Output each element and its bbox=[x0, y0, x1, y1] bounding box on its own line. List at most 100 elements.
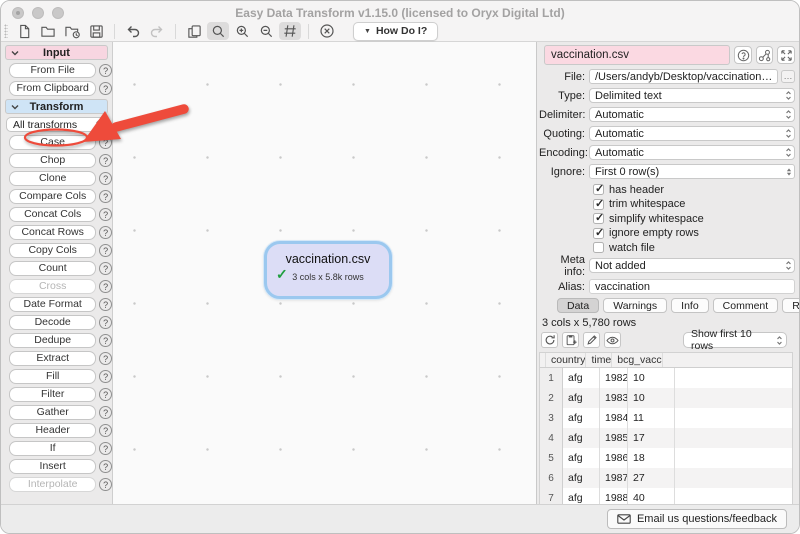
open-recent-icon[interactable] bbox=[61, 22, 83, 40]
new-file-icon[interactable] bbox=[13, 22, 35, 40]
help-icon[interactable]: ? bbox=[99, 208, 112, 221]
save-icon[interactable] bbox=[85, 22, 107, 40]
open-file-icon[interactable] bbox=[37, 22, 59, 40]
help-icon[interactable]: ? bbox=[99, 334, 112, 347]
data-table[interactable]: countrytimebcg_vacc 1 afg 1982 10 2 afg … bbox=[539, 352, 793, 504]
link-nodes-icon[interactable] bbox=[756, 46, 774, 64]
edit-icon[interactable] bbox=[583, 332, 600, 348]
help-icon[interactable]: ? bbox=[99, 82, 112, 95]
transform-button[interactable]: Extract bbox=[9, 351, 96, 366]
transform-button[interactable]: Compare Cols bbox=[9, 189, 96, 204]
transform-section-header[interactable]: Transform bbox=[5, 99, 108, 114]
copy-to-clipboard-icon[interactable] bbox=[562, 332, 579, 348]
delimiter-select[interactable]: Automatic bbox=[589, 107, 795, 122]
table-row[interactable]: 7 afg 1988 40 bbox=[540, 488, 792, 504]
transform-button[interactable]: Chop bbox=[9, 153, 96, 168]
option-checkbox-row[interactable]: ✓ trim whitespace bbox=[593, 198, 795, 211]
help-icon[interactable]: ? bbox=[99, 64, 112, 77]
zoom-in-icon[interactable] bbox=[231, 22, 253, 40]
transform-button[interactable]: Concat Cols bbox=[9, 207, 96, 222]
minimize-window-button[interactable] bbox=[32, 7, 44, 19]
close-window-button[interactable] bbox=[12, 7, 24, 19]
table-row[interactable]: 3 afg 1984 11 bbox=[540, 408, 792, 428]
help-icon[interactable]: ? bbox=[99, 424, 112, 437]
transform-button[interactable]: Filter bbox=[9, 387, 96, 402]
how-do-i-button[interactable]: ▼ How Do I? bbox=[353, 22, 438, 41]
column-header[interactable]: time bbox=[586, 353, 612, 367]
checkbox[interactable]: ✓ bbox=[593, 228, 604, 239]
checkbox[interactable]: ✓ bbox=[593, 199, 604, 210]
alias-input[interactable]: vaccination bbox=[589, 279, 795, 294]
transform-filter-select[interactable]: All transforms bbox=[6, 117, 106, 132]
transform-button[interactable]: Cross bbox=[9, 279, 96, 294]
flow-canvas[interactable]: ✓ vaccination.csv 3 cols x 5.8k rows bbox=[113, 42, 536, 504]
toggle-grid-icon[interactable] bbox=[279, 22, 301, 40]
transform-button[interactable]: Clone bbox=[9, 171, 96, 186]
transform-button[interactable]: Insert bbox=[9, 459, 96, 474]
inspector-tab[interactable]: Info bbox=[671, 298, 709, 313]
transform-button[interactable]: Decode bbox=[9, 315, 96, 330]
inspector-title-field[interactable]: vaccination.csv bbox=[544, 45, 730, 65]
duplicate-icon[interactable] bbox=[183, 22, 205, 40]
help-icon[interactable]: ? bbox=[99, 280, 112, 293]
ignore-rows-stepper[interactable]: First 0 row(s) bbox=[589, 164, 795, 179]
browse-file-button[interactable]: … bbox=[781, 70, 795, 83]
table-row[interactable]: 2 afg 1983 10 bbox=[540, 388, 792, 408]
transform-button[interactable]: Count bbox=[9, 261, 96, 276]
preview-eye-icon[interactable] bbox=[604, 332, 621, 348]
help-icon[interactable]: ? bbox=[99, 244, 112, 257]
help-icon[interactable]: ? bbox=[99, 154, 112, 167]
refresh-icon[interactable] bbox=[541, 332, 558, 348]
undo-icon[interactable] bbox=[122, 22, 144, 40]
column-header[interactable]: country bbox=[546, 353, 586, 367]
option-checkbox-row[interactable]: ✓ has header bbox=[593, 183, 795, 196]
option-checkbox-row[interactable]: ✓ watch file bbox=[593, 241, 795, 254]
help-icon[interactable] bbox=[734, 46, 752, 64]
option-checkbox-row[interactable]: ✓ ignore empty rows bbox=[593, 227, 795, 240]
inspector-tab[interactable]: Results bbox=[782, 298, 799, 313]
toolbar-drag-handle[interactable] bbox=[4, 24, 8, 38]
transform-button[interactable]: Concat Rows bbox=[9, 225, 96, 240]
transform-button[interactable]: Copy Cols bbox=[9, 243, 96, 258]
cancel-icon[interactable] bbox=[316, 22, 338, 40]
help-icon[interactable]: ? bbox=[99, 460, 112, 473]
encoding-select[interactable]: Automatic bbox=[589, 145, 795, 160]
help-icon[interactable]: ? bbox=[99, 406, 112, 419]
column-header[interactable]: bcg_vacc bbox=[612, 353, 662, 367]
expand-panel-icon[interactable] bbox=[777, 46, 795, 64]
transform-button[interactable]: If bbox=[9, 441, 96, 456]
inspector-tab[interactable]: Data bbox=[557, 298, 599, 313]
transform-button[interactable]: Gather bbox=[9, 405, 96, 420]
transform-button[interactable]: Case bbox=[9, 135, 96, 150]
table-row[interactable]: 4 afg 1985 17 bbox=[540, 428, 792, 448]
help-icon[interactable]: ? bbox=[99, 478, 112, 491]
meta-info-select[interactable]: Not added bbox=[589, 258, 795, 273]
table-row[interactable]: 6 afg 1987 27 bbox=[540, 468, 792, 488]
inspector-tab[interactable]: Comment bbox=[713, 298, 779, 313]
help-icon[interactable]: ? bbox=[99, 226, 112, 239]
checkbox[interactable]: ✓ bbox=[593, 184, 604, 195]
file-path-field[interactable]: /Users/andyb/Desktop/vaccination.csv bbox=[589, 69, 778, 84]
checkbox[interactable]: ✓ bbox=[593, 213, 604, 224]
input-section-header[interactable]: Input bbox=[5, 45, 108, 60]
help-icon[interactable]: ? bbox=[99, 262, 112, 275]
help-icon[interactable]: ? bbox=[99, 370, 112, 383]
transform-button[interactable]: Fill bbox=[9, 369, 96, 384]
help-icon[interactable]: ? bbox=[99, 352, 112, 365]
table-row[interactable]: 1 afg 1982 10 bbox=[540, 368, 792, 388]
help-icon[interactable]: ? bbox=[99, 298, 112, 311]
help-icon[interactable]: ? bbox=[99, 172, 112, 185]
transform-button[interactable]: Interpolate bbox=[9, 477, 96, 492]
zoom-out-icon[interactable] bbox=[255, 22, 277, 40]
transform-button[interactable]: Date Format bbox=[9, 297, 96, 312]
help-icon[interactable]: ? bbox=[99, 388, 112, 401]
type-select[interactable]: Delimited text bbox=[589, 88, 795, 103]
transform-button[interactable]: Header bbox=[9, 423, 96, 438]
table-row[interactable]: 5 afg 1986 18 bbox=[540, 448, 792, 468]
dataset-node-vaccination[interactable]: ✓ vaccination.csv 3 cols x 5.8k rows bbox=[264, 241, 392, 299]
help-icon[interactable]: ? bbox=[99, 136, 112, 149]
help-icon[interactable]: ? bbox=[99, 442, 112, 455]
email-feedback-button[interactable]: Email us questions/feedback bbox=[607, 509, 787, 529]
quoting-select[interactable]: Automatic bbox=[589, 126, 795, 141]
input-source-button[interactable]: From Clipboard bbox=[9, 81, 96, 96]
